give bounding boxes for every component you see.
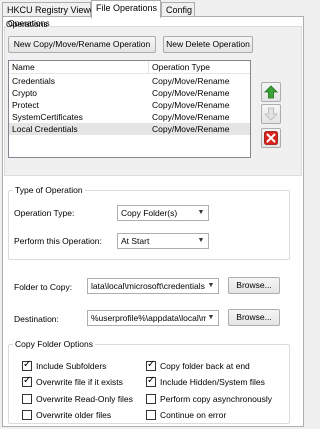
checkbox-label: Include Hidden/System files bbox=[160, 377, 265, 387]
delete-operation-button[interactable] bbox=[261, 128, 281, 148]
list-item-type: Copy/Move/Rename bbox=[152, 124, 230, 134]
list-item-type: Copy/Move/Rename bbox=[152, 76, 230, 86]
check-icon: ✓ bbox=[147, 359, 156, 370]
chevron-down-icon: ▼ bbox=[206, 311, 216, 325]
move-down-button[interactable] bbox=[261, 104, 281, 124]
delete-x-icon bbox=[264, 131, 278, 145]
checkbox-box: ✓ bbox=[146, 375, 156, 387]
perform-operation-value: At Start bbox=[121, 236, 150, 246]
new-delete-operation-button[interactable]: New Delete Operation bbox=[163, 36, 253, 53]
perform-operation-label: Perform this Operation: bbox=[14, 236, 102, 246]
column-header-name[interactable]: Name bbox=[9, 61, 149, 74]
folder-to-copy-input[interactable]: lata\local\microsoft\credentials ▼ bbox=[87, 278, 219, 294]
operation-type-select[interactable]: Copy Folder(s) ▼ bbox=[117, 205, 209, 221]
type-of-operation-group: Type of Operation bbox=[8, 185, 290, 260]
operation-type-label: Operation Type: bbox=[14, 208, 75, 218]
checkbox-box: ✓ bbox=[146, 359, 156, 371]
checkbox-label: Overwrite older files bbox=[36, 410, 112, 420]
destination-label: Destination: bbox=[14, 314, 59, 324]
list-item-type: Copy/Move/Rename bbox=[152, 100, 230, 110]
chevron-down-icon: ▼ bbox=[206, 279, 216, 293]
destination-browse-button[interactable]: Browse... bbox=[228, 309, 280, 326]
copy-folder-options-title: Copy Folder Options bbox=[13, 339, 95, 349]
checkbox-label: Continue on error bbox=[160, 410, 227, 420]
list-item[interactable]: Protect Copy/Move/Rename bbox=[9, 99, 250, 111]
checkbox-label: Overwrite file if it exists bbox=[36, 377, 123, 387]
folder-to-copy-value: lata\local\microsoft\credentials bbox=[91, 281, 205, 291]
list-item-name: SystemCertificates bbox=[12, 112, 83, 122]
checkbox-box bbox=[146, 410, 156, 420]
list-item-name: Local Credentials bbox=[12, 124, 78, 134]
check-icon: ✓ bbox=[147, 375, 156, 386]
destination-value: %userprofile%\appdata\local\m bbox=[91, 313, 209, 323]
column-header-operation-type[interactable]: Operation Type bbox=[149, 61, 250, 74]
check-icon: ✓ bbox=[23, 375, 32, 386]
chevron-down-icon: ▼ bbox=[197, 209, 205, 216]
destination-input[interactable]: %userprofile%\appdata\local\m ▼ bbox=[87, 310, 219, 326]
operation-type-value: Copy Folder(s) bbox=[121, 208, 178, 218]
list-item-selected[interactable]: Local Credentials Copy/Move/Rename bbox=[9, 123, 250, 135]
folder-browse-button[interactable]: Browse... bbox=[228, 277, 280, 294]
tab-config[interactable]: Config bbox=[161, 2, 195, 17]
move-up-button[interactable] bbox=[261, 82, 281, 102]
list-item-name: Protect bbox=[12, 100, 39, 110]
tab-strip: HKCU Registry Viewer File Operations Con… bbox=[0, 0, 306, 18]
check-icon: ✓ bbox=[23, 359, 32, 370]
list-header: Name Operation Type bbox=[9, 61, 250, 74]
chevron-down-icon: ▼ bbox=[197, 237, 205, 244]
perform-operation-select[interactable]: At Start ▼ bbox=[117, 233, 209, 249]
tab-hkcu-registry-viewer[interactable]: HKCU Registry Viewer bbox=[2, 2, 98, 17]
checkbox-box bbox=[146, 394, 156, 404]
list-item[interactable]: Credentials Copy/Move/Rename bbox=[9, 75, 250, 87]
tab-file-operations[interactable]: File Operations bbox=[91, 0, 161, 18]
checkbox-box: ✓ bbox=[22, 359, 32, 371]
arrow-down-icon bbox=[264, 107, 278, 121]
checkbox-box bbox=[22, 394, 32, 404]
list-item-name: Credentials bbox=[12, 76, 55, 86]
type-of-operation-title: Type of Operation bbox=[13, 185, 85, 195]
checkbox-label: Copy folder back at end bbox=[160, 361, 250, 371]
list-item[interactable]: Crypto Copy/Move/Rename bbox=[9, 87, 250, 99]
list-item-name: Crypto bbox=[12, 88, 38, 98]
checkbox-label: Include Subfolders bbox=[36, 361, 107, 371]
list-item[interactable]: SystemCertificates Copy/Move/Rename bbox=[9, 111, 250, 123]
operations-title: Operations bbox=[6, 19, 48, 29]
folder-to-copy-label: Folder to Copy: bbox=[14, 282, 73, 292]
checkbox-box bbox=[22, 410, 32, 420]
checkbox-box: ✓ bbox=[22, 375, 32, 387]
new-copy-move-rename-button[interactable]: New Copy/Move/Rename Operation bbox=[8, 36, 156, 53]
list-item-type: Copy/Move/Rename bbox=[152, 88, 230, 98]
checkbox-label: Overwrite Read-Only files bbox=[36, 394, 133, 404]
list-item-type: Copy/Move/Rename bbox=[152, 112, 230, 122]
checkbox-label: Perform copy asynchronously bbox=[160, 394, 272, 404]
operations-list[interactable]: Name Operation Type Credentials Copy/Mov… bbox=[8, 60, 251, 158]
arrow-up-icon bbox=[264, 85, 278, 99]
